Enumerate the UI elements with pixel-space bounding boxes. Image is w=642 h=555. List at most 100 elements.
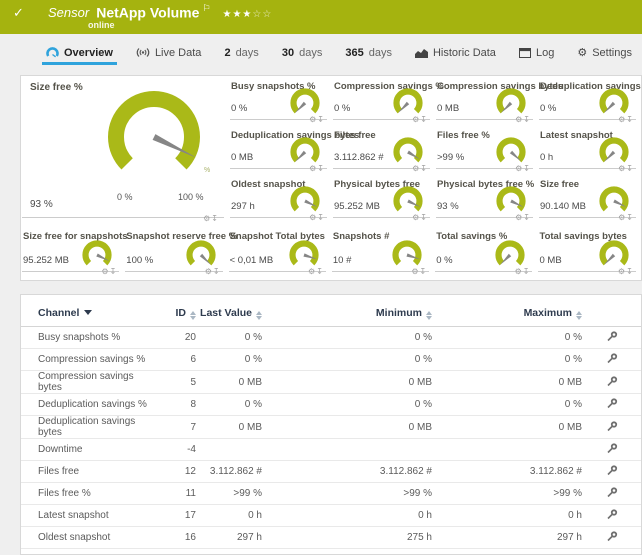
pin-icon[interactable]: ↧ xyxy=(420,164,428,173)
channel-settings-icon[interactable] xyxy=(606,486,618,501)
small-gauge-cell-total-savings-bytes[interactable]: Total savings bytes 0 MB ⚙↧ xyxy=(537,223,640,280)
channel-settings-icon[interactable] xyxy=(606,442,618,457)
pin-icon[interactable]: ↧ xyxy=(523,115,531,124)
channel-settings-icon[interactable] xyxy=(606,397,618,412)
small-gauge-cell-snapshots-[interactable]: Snapshots # 10 # ⚙↧ xyxy=(331,223,434,280)
table-row[interactable]: Oldest snapshot 16 297 h 275 h 297 h xyxy=(21,527,641,549)
table-row[interactable]: Compression savings % 6 0 % 0 % 0 % xyxy=(21,349,641,371)
main-gauge-size-free-pct[interactable]: Size free % 0 % 100 % % 93 % ⚙↧ xyxy=(21,76,229,223)
small-gauge-cell-busy-snapshots-[interactable]: Busy snapshots % 0 % ⚙↧ xyxy=(229,76,332,125)
cell-id: 17 xyxy=(158,505,196,527)
pin-icon[interactable]: ↧ xyxy=(523,213,531,222)
small-gauge-cell-size-free[interactable]: Size free 90.140 MB ⚙↧ xyxy=(538,174,641,223)
tab-overview[interactable]: Overview xyxy=(44,38,115,67)
stars-filled[interactable]: ★★★ xyxy=(222,9,252,20)
bottom-gauge-row: Size free for snapshots 95.252 MB ⚙↧ Sna… xyxy=(21,223,641,280)
cell-icons: ⚙↧ xyxy=(412,164,428,173)
gauge-value: 10 # xyxy=(333,255,352,266)
small-gauge-cell-total-savings-[interactable]: Total savings % 0 % ⚙↧ xyxy=(434,223,537,280)
gauge-min-label: 0 % xyxy=(117,192,133,202)
tab-log[interactable]: Log xyxy=(517,38,556,67)
channel-settings-icon[interactable] xyxy=(606,352,618,367)
status-ok-icon: ✓ xyxy=(13,5,24,21)
table-row[interactable]: Deduplication savings bytes 7 0 MB 0 MB … xyxy=(21,416,641,439)
channel-settings-icon[interactable] xyxy=(606,420,618,435)
tab-30-days[interactable]: 30days xyxy=(280,38,325,67)
pin-icon[interactable]: ↧ xyxy=(420,213,428,222)
channel-settings-icon[interactable] xyxy=(606,530,618,545)
pin-icon[interactable]: ↧ xyxy=(316,267,324,276)
small-gauge-cell-oldest-snapshot[interactable]: Oldest snapshot 297 h ⚙↧ xyxy=(229,174,332,223)
small-gauge-cell-files-free[interactable]: Files free 3.112.862 # ⚙↧ xyxy=(332,125,435,174)
channel-settings-icon[interactable] xyxy=(606,508,618,523)
gauge-value: < 0,01 MB xyxy=(230,255,274,266)
pin-icon[interactable]: ↧ xyxy=(626,164,634,173)
tab-365-days[interactable]: 365days xyxy=(343,38,394,67)
channel-settings-icon[interactable] xyxy=(606,330,618,345)
column-header-id[interactable]: ID xyxy=(158,295,196,327)
pin-icon[interactable]: ↧ xyxy=(626,213,634,222)
cell-icons: ⚙↧ xyxy=(618,267,634,276)
small-gauge-cell-snapshot-total-bytes[interactable]: Snapshot Total bytes < 0,01 MB ⚙↧ xyxy=(228,223,331,280)
small-gauge-cell-compression-savings-[interactable]: Compression savings % 0 % ⚙↧ xyxy=(332,76,435,125)
gear-icon[interactable]: ⚙ xyxy=(101,267,109,276)
small-gauge-cell-physical-bytes-free[interactable]: Physical bytes free 95.252 MB ⚙↧ xyxy=(332,174,435,223)
small-gauge-cell-deduplication-savings-[interactable]: Deduplication savings % 0 % ⚙↧ xyxy=(538,76,641,125)
small-gauge-cell-physical-bytes-free-[interactable]: Physical bytes free % 93 % ⚙↧ xyxy=(435,174,538,223)
flag-icon[interactable]: ⚐ xyxy=(202,4,210,14)
table-row[interactable]: Busy snapshots % 20 0 % 0 % 0 % xyxy=(21,327,641,349)
small-gauge-cell-latest-snapshot[interactable]: Latest snapshot 0 h ⚙↧ xyxy=(538,125,641,174)
gauge-value: 0 MB xyxy=(437,103,459,114)
small-gauge-cell-compression-savings-bytes[interactable]: Compression savings bytes 0 MB ⚙↧ xyxy=(435,76,538,125)
tab-historic-data[interactable]: Historic Data xyxy=(413,38,498,67)
cell-minimum: 3.112.862 # xyxy=(262,461,432,483)
column-header-last-value[interactable]: Last Value xyxy=(196,295,262,327)
pin-icon[interactable]: ↧ xyxy=(523,267,531,276)
pin-icon[interactable]: ↧ xyxy=(419,267,427,276)
page-title: NetApp Volume xyxy=(96,4,199,20)
table-row[interactable]: Latest snapshot 17 0 h 0 h 0 h xyxy=(21,505,641,527)
pin-icon[interactable]: ↧ xyxy=(110,267,118,276)
cell-icons: ⚙↧ xyxy=(618,213,634,222)
priority-stars[interactable]: ★★★☆☆ xyxy=(222,9,272,20)
column-header-maximum[interactable]: Maximum xyxy=(432,295,582,327)
gear-icon[interactable]: ⚙ xyxy=(515,267,523,276)
table-row[interactable]: Files free % 11 >99 % >99 % >99 % xyxy=(21,483,641,505)
pin-icon[interactable]: ↧ xyxy=(211,214,219,223)
small-gauge-cell-deduplication-savings-bytes[interactable]: Deduplication savings bytes 0 MB ⚙↧ xyxy=(229,125,332,174)
table-row[interactable]: Compression savings bytes 5 0 MB 0 MB 0 … xyxy=(21,371,641,394)
chart-icon xyxy=(415,48,428,58)
tab-settings[interactable]: ⚙ Settings xyxy=(575,37,634,67)
pin-icon[interactable]: ↧ xyxy=(213,267,221,276)
table-row[interactable]: Deduplication savings % 8 0 % 0 % 0 % xyxy=(21,394,641,416)
gauge-value: >99 % xyxy=(437,152,464,163)
gear-icon[interactable]: ⚙ xyxy=(618,267,626,276)
gauge-value: 95.252 MB xyxy=(334,201,380,212)
cell-last-value: 0 % xyxy=(196,394,262,416)
pin-icon[interactable]: ↧ xyxy=(523,164,531,173)
tab-2-days[interactable]: 2days xyxy=(222,38,260,67)
stars-empty[interactable]: ☆☆ xyxy=(252,9,272,20)
column-header-minimum[interactable]: Minimum xyxy=(262,295,432,327)
channel-settings-icon[interactable] xyxy=(606,375,618,390)
cell-icons: ⚙↧ xyxy=(205,267,221,276)
gear-icon[interactable]: ⚙ xyxy=(308,267,316,276)
pin-icon[interactable]: ↧ xyxy=(317,213,325,222)
channel-settings-icon[interactable] xyxy=(606,464,618,479)
pin-icon[interactable]: ↧ xyxy=(317,164,325,173)
table-row[interactable]: Files free 12 3.112.862 # 3.112.862 # 3.… xyxy=(21,461,641,483)
channel-table: Channel ID Last Value Minimum Maximum Bu… xyxy=(21,295,641,549)
small-gauge-cell-size-free-for-snapshots[interactable]: Size free for snapshots 95.252 MB ⚙↧ xyxy=(21,223,124,280)
small-gauge-cell-snapshot-reserve-free-[interactable]: Snapshot reserve free % 100 % ⚙↧ xyxy=(124,223,227,280)
pin-icon[interactable]: ↧ xyxy=(626,115,634,124)
cell-id: 5 xyxy=(158,371,196,394)
pin-icon[interactable]: ↧ xyxy=(626,267,634,276)
cell-channel: Busy snapshots % xyxy=(21,327,158,349)
pin-icon[interactable]: ↧ xyxy=(420,115,428,124)
small-gauge-cell-files-free-[interactable]: Files free % >99 % ⚙↧ xyxy=(435,125,538,174)
gear-icon[interactable]: ⚙ xyxy=(205,267,213,276)
table-row[interactable]: Downtime -4 xyxy=(21,439,641,461)
tab-live-data[interactable]: Live Data xyxy=(134,38,203,67)
pin-icon[interactable]: ↧ xyxy=(317,115,325,124)
column-header-channel[interactable]: Channel xyxy=(21,295,158,327)
